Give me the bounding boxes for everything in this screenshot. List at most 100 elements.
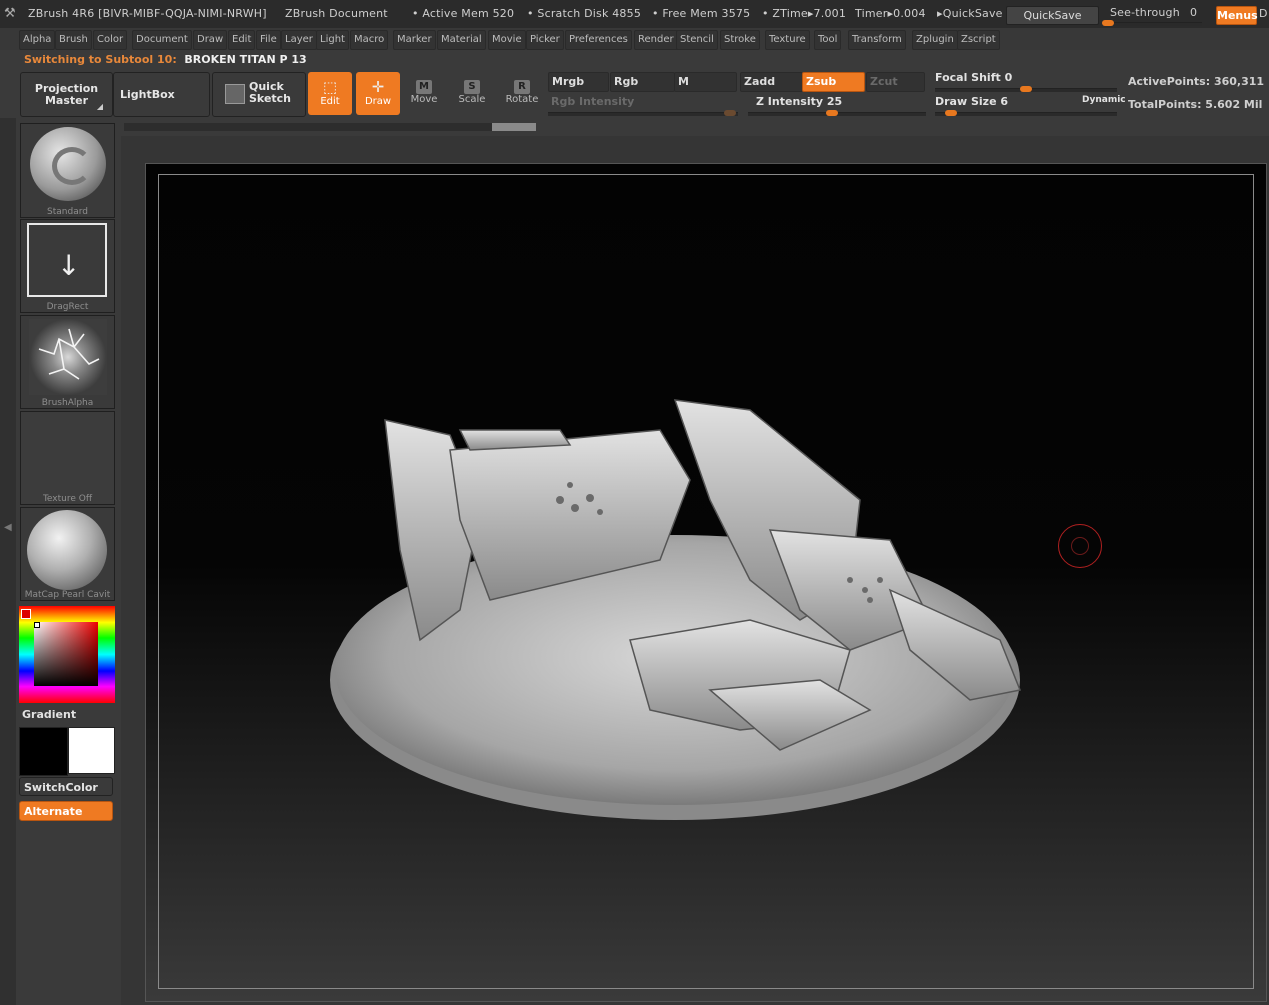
zadd-button[interactable]: Zadd <box>740 72 803 92</box>
zbrush-logo-icon: ⚒ <box>4 6 16 21</box>
dynamic-toggle[interactable]: Dynamic <box>1082 95 1126 105</box>
rgb-button[interactable]: Rgb <box>610 72 675 92</box>
tray-scroll-thumb[interactable] <box>492 123 536 131</box>
menu-material[interactable]: Material <box>437 30 486 50</box>
rotate-icon: R <box>514 80 530 94</box>
zcut-button[interactable]: Zcut <box>866 72 925 92</box>
tray-expand-icon[interactable]: ◀ <box>4 522 12 533</box>
draw-icon: ✛ <box>371 78 385 96</box>
crack-lines-icon <box>38 328 100 380</box>
m-button[interactable]: M <box>674 72 737 92</box>
menu-light[interactable]: Light <box>316 30 349 50</box>
standard-brush-icon <box>30 127 106 201</box>
material-selector[interactable]: MatCap Pearl Cavit <box>20 507 115 601</box>
menu-preferences[interactable]: Preferences <box>565 30 632 50</box>
alpha-name: BrushAlpha <box>41 398 94 408</box>
stroke-name: DragRect <box>46 302 89 312</box>
see-through-slider[interactable] <box>1102 20 1202 26</box>
menu-marker[interactable]: Marker <box>393 30 436 50</box>
brush-selector[interactable]: Standard <box>20 123 115 218</box>
alternate-button[interactable]: Alternate <box>19 801 113 821</box>
draw-size-slider[interactable] <box>935 110 1117 116</box>
focal-shift-slider[interactable] <box>935 86 1117 92</box>
quicksave-indicator: ▸QuickSave <box>937 7 1003 20</box>
brush-name: Standard <box>47 207 88 217</box>
ztime: • ZTime▸7.001 <box>762 7 847 20</box>
brush-cursor-inner-icon <box>1071 537 1089 555</box>
brush-cursor <box>1058 524 1102 568</box>
color-picker[interactable] <box>19 606 115 703</box>
secondary-color-swatch[interactable] <box>68 727 115 774</box>
default-script-button[interactable]: D <box>1259 7 1268 20</box>
subtool-name: BROKEN TITAN P 13 <box>184 53 307 66</box>
titan-sculpt-model[interactable] <box>330 390 1030 840</box>
lightbox-button[interactable]: LightBox <box>113 72 210 117</box>
status-prefix: Switching to Subtool 10: <box>24 53 177 66</box>
menu-zplugin[interactable]: Zplugin <box>912 30 958 50</box>
left-tray-edge: ◀ <box>0 118 16 1005</box>
menu-brush[interactable]: Brush <box>55 30 92 50</box>
menu-tool[interactable]: Tool <box>814 30 842 50</box>
mrgb-button[interactable]: Mrgb <box>548 72 609 92</box>
focal-shift-text: Focal Shift <box>935 71 1001 84</box>
menu-render[interactable]: Render <box>634 30 678 50</box>
stroke-selector[interactable]: ↓ DragRect <box>20 219 115 313</box>
arrow-down-icon: ↓ <box>57 249 81 282</box>
menu-file[interactable]: File <box>256 30 281 50</box>
total-points: TotalPoints: 5.602 Mil <box>1128 98 1263 111</box>
draw-size-label: Draw Size 6 <box>935 95 1008 108</box>
draw-size-text: Draw Size <box>935 95 997 108</box>
menus-button[interactable]: Menus <box>1216 6 1258 25</box>
quick-sketch-button[interactable]: Quick Sketch <box>212 72 306 117</box>
color-square[interactable] <box>34 622 98 686</box>
see-through-value: 0 <box>1190 6 1198 19</box>
texture-name: Texture Off <box>42 494 93 504</box>
draw-button[interactable]: ✛ Draw <box>356 72 400 115</box>
menu-draw[interactable]: Draw <box>193 30 228 50</box>
z-intensity-text: Z Intensity <box>756 95 824 108</box>
menu-document[interactable]: Document <box>132 30 192 50</box>
rgb-intensity-label: Rgb Intensity <box>551 95 635 108</box>
dragrect-icon: ↓ <box>27 223 107 297</box>
material-name: MatCap Pearl Cavit <box>24 590 111 600</box>
move-label: Move <box>410 94 438 105</box>
menu-transform[interactable]: Transform <box>848 30 906 50</box>
rotate-button[interactable]: R Rotate <box>500 72 544 115</box>
menu-zscript[interactable]: Zscript <box>957 30 1000 50</box>
edit-button[interactable]: ⬚ Edit <box>308 72 352 115</box>
tray-scroll-strip[interactable] <box>124 123 536 131</box>
menu-stencil[interactable]: Stencil <box>676 30 718 50</box>
texture-selector[interactable]: Texture Off <box>20 411 115 505</box>
menu-edit[interactable]: Edit <box>228 30 256 50</box>
menu-color[interactable]: Color <box>93 30 128 50</box>
corner-arrow-icon: ◢ <box>96 102 103 111</box>
z-intensity-slider[interactable] <box>748 110 926 116</box>
menu-movie[interactable]: Movie <box>488 30 526 50</box>
rgb-intensity-slider[interactable] <box>548 110 738 116</box>
brush-swirl-icon <box>52 147 92 185</box>
projection-master-button[interactable]: Projection Master ◢ <box>20 72 113 117</box>
see-through-label: See-through <box>1110 6 1180 19</box>
edit-icon: ⬚ <box>322 78 338 96</box>
timer: Timer▸0.004 <box>855 7 926 20</box>
menu-texture[interactable]: Texture <box>765 30 810 50</box>
move-button[interactable]: M Move <box>402 72 446 115</box>
primary-color-swatch[interactable] <box>19 727 68 776</box>
focal-shift-value: 0 <box>1004 71 1013 84</box>
document-title: ZBrush Document <box>285 7 388 20</box>
menu-layer[interactable]: Layer <box>281 30 317 50</box>
alpha-selector[interactable]: BrushAlpha <box>20 315 115 409</box>
scale-icon: S <box>464 80 480 94</box>
quicksave-button[interactable]: QuickSave <box>1006 6 1099 25</box>
gradient-toggle[interactable]: Gradient <box>22 708 76 721</box>
switch-color-button[interactable]: SwitchColor <box>19 777 113 796</box>
menu-picker[interactable]: Picker <box>526 30 564 50</box>
rotate-label: Rotate <box>505 94 539 105</box>
menu-stroke[interactable]: Stroke <box>720 30 760 50</box>
active-mem: • Active Mem 520 <box>412 7 515 20</box>
menu-alpha[interactable]: Alpha <box>19 30 56 50</box>
draw-size-value: 6 <box>1000 95 1009 108</box>
zsub-button[interactable]: Zsub <box>802 72 865 92</box>
scale-button[interactable]: S Scale <box>450 72 494 115</box>
menu-macro[interactable]: Macro <box>350 30 389 50</box>
